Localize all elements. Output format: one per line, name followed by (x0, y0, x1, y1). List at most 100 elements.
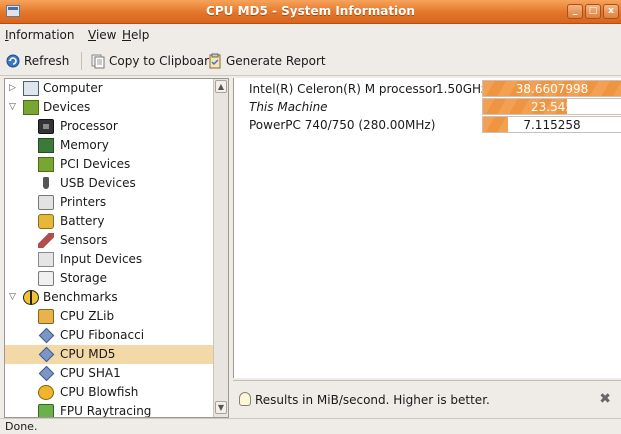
tree-item-cpu-md5[interactable]: CPU MD5 (5, 345, 214, 364)
info-bar: Results in MiB/second. Higher is better.… (233, 380, 621, 418)
result-name: PowerPC 740/750 (280.00MHz) (249, 118, 436, 132)
processor-chip-icon (38, 119, 54, 134)
report-icon (209, 53, 221, 69)
battery-icon (38, 214, 54, 229)
tree-item-label: Storage (60, 271, 107, 285)
info-message: Results in MiB/second. Higher is better. (255, 393, 490, 407)
tree-item-cpu-blowfish[interactable]: CPU Blowfish (5, 383, 214, 402)
tree-item-label: Printers (60, 195, 107, 209)
clipboard-icon (91, 54, 105, 69)
generate-report-button[interactable]: Generate Report (207, 52, 326, 70)
status-text: Done. (5, 420, 38, 433)
maximize-button[interactable]: □ (585, 4, 601, 19)
tree-item-label: CPU Blowfish (60, 385, 139, 399)
tree-item-label: CPU ZLib (60, 309, 115, 323)
pci-card-icon (38, 157, 54, 172)
result-name: Intel(R) Celeron(R) M processor (249, 82, 438, 96)
memory-icon (38, 138, 54, 153)
tree-item-label: CPU SHA1 (60, 366, 121, 380)
tree-item-label: FPU Raytracing (60, 404, 152, 418)
scroll-down-arrow[interactable]: ▼ (215, 401, 227, 414)
tree-item-label: Benchmarks (43, 290, 118, 304)
result-value: 23.545 (531, 100, 573, 114)
expander-collapsed-icon[interactable]: ▷ (9, 83, 19, 93)
copy-to-clipboard-label: Copy to Clipboard (109, 54, 217, 68)
minimize-button[interactable]: _ (567, 4, 583, 19)
menu-view[interactable]: View (88, 28, 116, 42)
result-row[interactable]: PowerPC 740/750 (280.00MHz) 7.115258 (234, 116, 621, 134)
tree-item-label: CPU MD5 (60, 347, 116, 361)
tree-item-benchmarks[interactable]: ▽ Benchmarks (5, 288, 214, 307)
tree-item-usb-devices[interactable]: USB Devices (5, 174, 214, 193)
menu-information[interactable]: Information (5, 28, 74, 42)
tree-scrollbar[interactable]: ▲ ▼ (213, 79, 228, 417)
zlib-icon (38, 309, 54, 324)
tree-item-label: Input Devices (60, 252, 143, 266)
refresh-button[interactable]: Refresh (5, 52, 69, 70)
tree-item-devices[interactable]: ▽ Devices (5, 98, 214, 117)
tree-item-label: CPU Fibonacci (60, 328, 145, 342)
close-button[interactable]: x (603, 4, 619, 19)
toolbar: Refresh Copy to Clipboard Generate Repor… (0, 46, 621, 76)
tree-item-label: Memory (60, 138, 109, 152)
benchmark-icon (23, 290, 39, 305)
tree-item-sensors[interactable]: Sensors (5, 231, 214, 250)
usb-icon (38, 176, 54, 191)
tree-item-label: USB Devices (60, 176, 136, 190)
tree-item-storage[interactable]: Storage (5, 269, 214, 288)
storage-icon (38, 271, 54, 286)
expander-expanded-icon[interactable]: ▽ (9, 102, 19, 112)
diamond-icon (38, 347, 54, 362)
scroll-up-arrow[interactable]: ▲ (215, 80, 227, 93)
sensor-icon (38, 233, 54, 248)
tree-item-cpu-sha1[interactable]: CPU SHA1 (5, 364, 214, 383)
generate-report-label: Generate Report (226, 54, 326, 68)
result-value: 7.115258 (523, 118, 581, 132)
result-name: This Machine (249, 100, 328, 114)
tree-item-cpu-zlib[interactable]: CPU ZLib (5, 307, 214, 326)
tree-item-label: Computer (43, 81, 103, 95)
raytracing-icon (38, 404, 54, 417)
monitor-icon (23, 81, 39, 96)
sidebar-tree[interactable]: ▷ Computer ▽ Devices Processor Memory PCI Devi… (4, 78, 229, 418)
result-row[interactable]: Intel(R) Celeron(R) M processor 1.50GHz 38… (234, 80, 621, 98)
pci-card-icon (23, 100, 39, 115)
tree-item-cpu-fibonacci[interactable]: CPU Fibonacci (5, 326, 214, 345)
tree-item-battery[interactable]: Battery (5, 212, 214, 231)
lightbulb-icon (239, 392, 251, 406)
result-row[interactable]: This Machine 23.545 (234, 98, 621, 116)
tree-item-printers[interactable]: Printers (5, 193, 214, 212)
tree-item-label: Processor (60, 119, 118, 133)
benchmark-results: Intel(R) Celeron(R) M processor 1.50GHz 38… (233, 78, 621, 378)
blowfish-icon (38, 385, 54, 400)
refresh-label: Refresh (24, 54, 70, 68)
title-bar: CPU MD5 - System Information _ □ x (0, 0, 621, 24)
tree-item-fpu-raytracing[interactable]: FPU Raytracing (5, 402, 214, 418)
copy-to-clipboard-button[interactable]: Copy to Clipboard (90, 52, 216, 70)
info-close-button[interactable]: ✖ (599, 391, 611, 407)
tree-item-label: Battery (60, 214, 105, 228)
result-bar-track: 23.545 (482, 98, 621, 115)
menu-help[interactable]: Help (122, 28, 149, 42)
result-value: 38.6607998 (515, 82, 589, 96)
result-frequency: 1.50GHz (436, 82, 488, 96)
expander-expanded-icon[interactable]: ▽ (9, 292, 19, 302)
tree-item-input-devices[interactable]: Input Devices (5, 250, 214, 269)
status-bar: Done. (0, 418, 621, 434)
printer-icon (38, 195, 54, 210)
window-title: CPU MD5 - System Information (206, 4, 415, 18)
refresh-icon (6, 54, 20, 68)
menu-bar: Information View Help (0, 24, 621, 46)
tree-item-computer[interactable]: ▷ Computer (5, 79, 214, 98)
tree-item-label: Sensors (60, 233, 108, 247)
tree-item-label: PCI Devices (60, 157, 131, 171)
toolbar-separator (81, 52, 82, 70)
tree-item-label: Devices (43, 100, 91, 114)
tree-item-pci-devices[interactable]: PCI Devices (5, 155, 214, 174)
input-device-icon (38, 252, 54, 267)
result-bar-track: 38.6607998 (482, 80, 621, 97)
diamond-icon (38, 366, 54, 381)
diamond-icon (38, 328, 54, 343)
tree-item-processor[interactable]: Processor (5, 117, 214, 136)
tree-item-memory[interactable]: Memory (5, 136, 214, 155)
